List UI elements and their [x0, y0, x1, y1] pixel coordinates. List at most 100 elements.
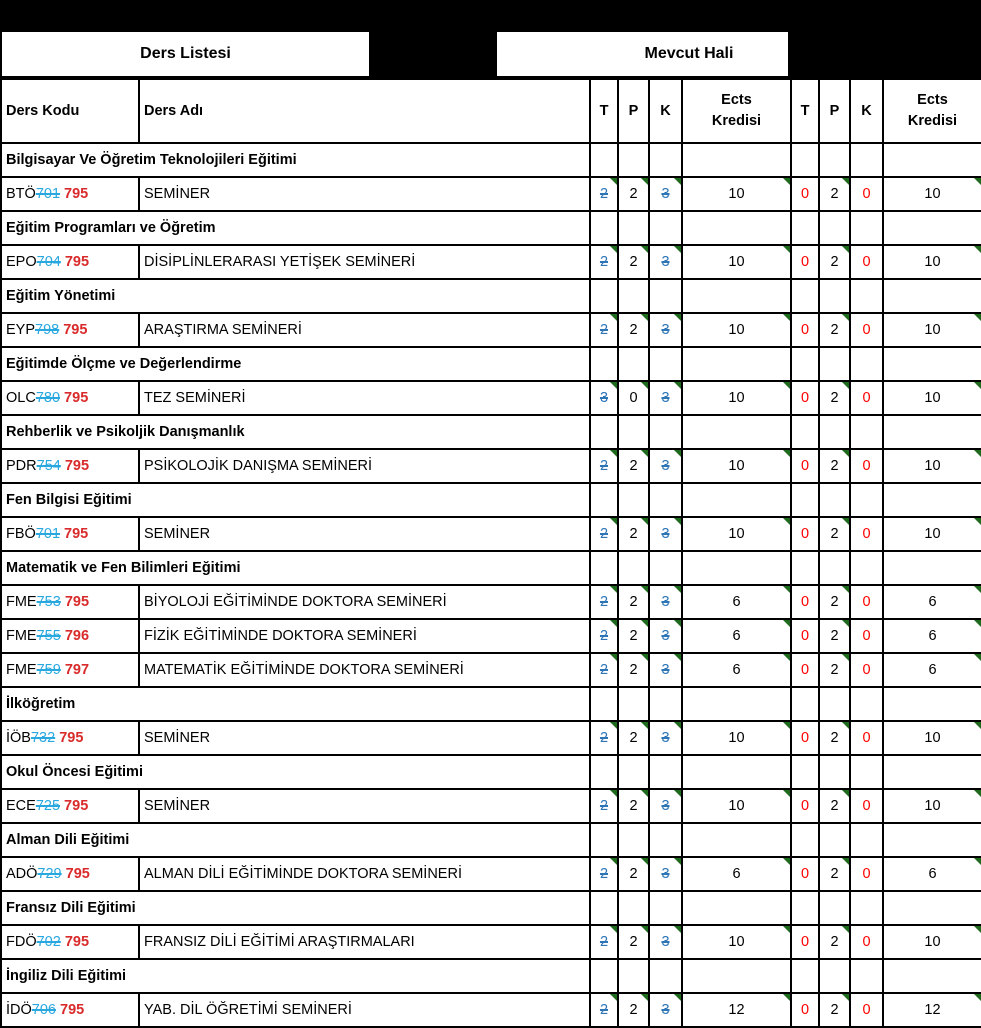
new-theory-cell[interactable]: 0: [790, 380, 820, 416]
new-ects-cell[interactable]: 6: [882, 618, 981, 654]
old-credit-cell[interactable]: 3: [648, 584, 683, 620]
old-ects-cell[interactable]: 12: [681, 992, 792, 1028]
new-credit-cell[interactable]: 0: [849, 244, 884, 280]
old-ects-cell[interactable]: 10: [681, 312, 792, 348]
old-practice-cell[interactable]: 2: [617, 720, 650, 756]
course-name-cell[interactable]: FİZİK EĞİTİMİNDE DOKTORA SEMİNERİ: [138, 618, 591, 654]
new-practice-cell[interactable]: 2: [818, 720, 851, 756]
old-credit-cell[interactable]: 3: [648, 516, 683, 552]
new-ects-cell[interactable]: 10: [882, 720, 981, 756]
table-row[interactable]: EPO704 795 DİSİPLİNLERARASI YETİŞEK SEMİN…: [0, 244, 981, 280]
new-ects-cell[interactable]: 10: [882, 176, 981, 212]
table-row[interactable]: FDÖ702 795 FRANSIZ DİLİ EĞİTİMİ ARAŞTIRMA…: [0, 924, 981, 960]
old-theory-cell[interactable]: 2: [589, 448, 619, 484]
old-credit-cell[interactable]: 3: [648, 618, 683, 654]
table-row[interactable]: FBÖ701 795 SEMİNER 2 2 3 10 0 2 0 10: [0, 516, 981, 552]
new-theory-cell[interactable]: 0: [790, 788, 820, 824]
course-code-cell[interactable]: FME759 797: [0, 652, 140, 688]
old-theory-cell[interactable]: 2: [589, 992, 619, 1028]
old-theory-cell[interactable]: 2: [589, 788, 619, 824]
new-practice-cell[interactable]: 2: [818, 244, 851, 280]
new-credit-cell[interactable]: 0: [849, 312, 884, 348]
new-credit-cell[interactable]: 0: [849, 516, 884, 552]
course-code-cell[interactable]: FDÖ702 795: [0, 924, 140, 960]
table-row[interactable]: OLC780 795 TEZ SEMİNERİ 3 0 3 10 0 2 0 10: [0, 380, 981, 416]
course-code-cell[interactable]: FME755 796: [0, 618, 140, 654]
course-name-cell[interactable]: BİYOLOJİ EĞİTİMİNDE DOKTORA SEMİNERİ: [138, 584, 591, 620]
old-practice-cell[interactable]: 2: [617, 516, 650, 552]
table-row[interactable]: FME755 796 FİZİK EĞİTİMİNDE DOKTORA SEMİN…: [0, 618, 981, 654]
course-code-cell[interactable]: FBÖ701 795: [0, 516, 140, 552]
old-ects-cell[interactable]: 6: [681, 856, 792, 892]
new-practice-cell[interactable]: 2: [818, 380, 851, 416]
course-code-cell[interactable]: OLC780 795: [0, 380, 140, 416]
old-credit-cell[interactable]: 3: [648, 856, 683, 892]
course-name-cell[interactable]: FRANSIZ DİLİ EĞİTİMİ ARAŞTIRMALARI: [138, 924, 591, 960]
new-credit-cell[interactable]: 0: [849, 788, 884, 824]
course-name-cell[interactable]: PSİKOLOJİK DANIŞMA SEMİNERİ: [138, 448, 591, 484]
course-name-cell[interactable]: SEMİNER: [138, 516, 591, 552]
new-credit-cell[interactable]: 0: [849, 720, 884, 756]
old-theory-cell[interactable]: 2: [589, 516, 619, 552]
course-code-cell[interactable]: BTÖ701 795: [0, 176, 140, 212]
old-credit-cell[interactable]: 3: [648, 176, 683, 212]
old-theory-cell[interactable]: 2: [589, 312, 619, 348]
new-ects-cell[interactable]: 6: [882, 584, 981, 620]
old-practice-cell[interactable]: 2: [617, 584, 650, 620]
table-row[interactable]: ECE725 795 SEMİNER 2 2 3 10 0 2 0 10: [0, 788, 981, 824]
new-credit-cell[interactable]: 0: [849, 448, 884, 484]
old-practice-cell[interactable]: 2: [617, 924, 650, 960]
new-practice-cell[interactable]: 2: [818, 924, 851, 960]
course-code-cell[interactable]: İDÖ706 795: [0, 992, 140, 1028]
old-credit-cell[interactable]: 3: [648, 924, 683, 960]
old-practice-cell[interactable]: 2: [617, 244, 650, 280]
new-theory-cell[interactable]: 0: [790, 618, 820, 654]
old-ects-cell[interactable]: 10: [681, 924, 792, 960]
old-theory-cell[interactable]: 2: [589, 584, 619, 620]
new-theory-cell[interactable]: 0: [790, 244, 820, 280]
old-practice-cell[interactable]: 2: [617, 618, 650, 654]
table-row[interactable]: FME759 797 MATEMATİK EĞİTİMİNDE DOKTORA S…: [0, 652, 981, 688]
old-credit-cell[interactable]: 3: [648, 380, 683, 416]
old-practice-cell[interactable]: 0: [617, 380, 650, 416]
course-code-cell[interactable]: PDR754 795: [0, 448, 140, 484]
old-practice-cell[interactable]: 2: [617, 448, 650, 484]
old-theory-cell[interactable]: 2: [589, 618, 619, 654]
new-ects-cell[interactable]: 6: [882, 652, 981, 688]
course-code-cell[interactable]: ECE725 795: [0, 788, 140, 824]
old-theory-cell[interactable]: 2: [589, 176, 619, 212]
new-practice-cell[interactable]: 2: [818, 516, 851, 552]
old-ects-cell[interactable]: 10: [681, 720, 792, 756]
old-ects-cell[interactable]: 10: [681, 380, 792, 416]
old-theory-cell[interactable]: 3: [589, 380, 619, 416]
new-ects-cell[interactable]: 10: [882, 788, 981, 824]
new-practice-cell[interactable]: 2: [818, 448, 851, 484]
new-practice-cell[interactable]: 2: [818, 788, 851, 824]
course-name-cell[interactable]: ALMAN DİLİ EĞİTİMİNDE DOKTORA SEMİNERİ: [138, 856, 591, 892]
course-name-cell[interactable]: ARAŞTIRMA SEMİNERİ: [138, 312, 591, 348]
new-credit-cell[interactable]: 0: [849, 618, 884, 654]
old-ects-cell[interactable]: 6: [681, 584, 792, 620]
old-credit-cell[interactable]: 3: [648, 992, 683, 1028]
old-theory-cell[interactable]: 2: [589, 720, 619, 756]
new-ects-cell[interactable]: 10: [882, 448, 981, 484]
course-code-cell[interactable]: ADÖ729 795: [0, 856, 140, 892]
new-theory-cell[interactable]: 0: [790, 856, 820, 892]
new-ects-cell[interactable]: 6: [882, 856, 981, 892]
new-ects-cell[interactable]: 10: [882, 380, 981, 416]
new-ects-cell[interactable]: 10: [882, 924, 981, 960]
old-ects-cell[interactable]: 6: [681, 652, 792, 688]
course-code-cell[interactable]: EPO704 795: [0, 244, 140, 280]
old-ects-cell[interactable]: 10: [681, 244, 792, 280]
old-practice-cell[interactable]: 2: [617, 312, 650, 348]
new-credit-cell[interactable]: 0: [849, 652, 884, 688]
course-code-cell[interactable]: EYP798 795: [0, 312, 140, 348]
new-practice-cell[interactable]: 2: [818, 584, 851, 620]
new-practice-cell[interactable]: 2: [818, 992, 851, 1028]
new-practice-cell[interactable]: 2: [818, 856, 851, 892]
old-theory-cell[interactable]: 2: [589, 244, 619, 280]
old-credit-cell[interactable]: 3: [648, 312, 683, 348]
new-theory-cell[interactable]: 0: [790, 992, 820, 1028]
old-practice-cell[interactable]: 2: [617, 652, 650, 688]
new-ects-cell[interactable]: 10: [882, 244, 981, 280]
